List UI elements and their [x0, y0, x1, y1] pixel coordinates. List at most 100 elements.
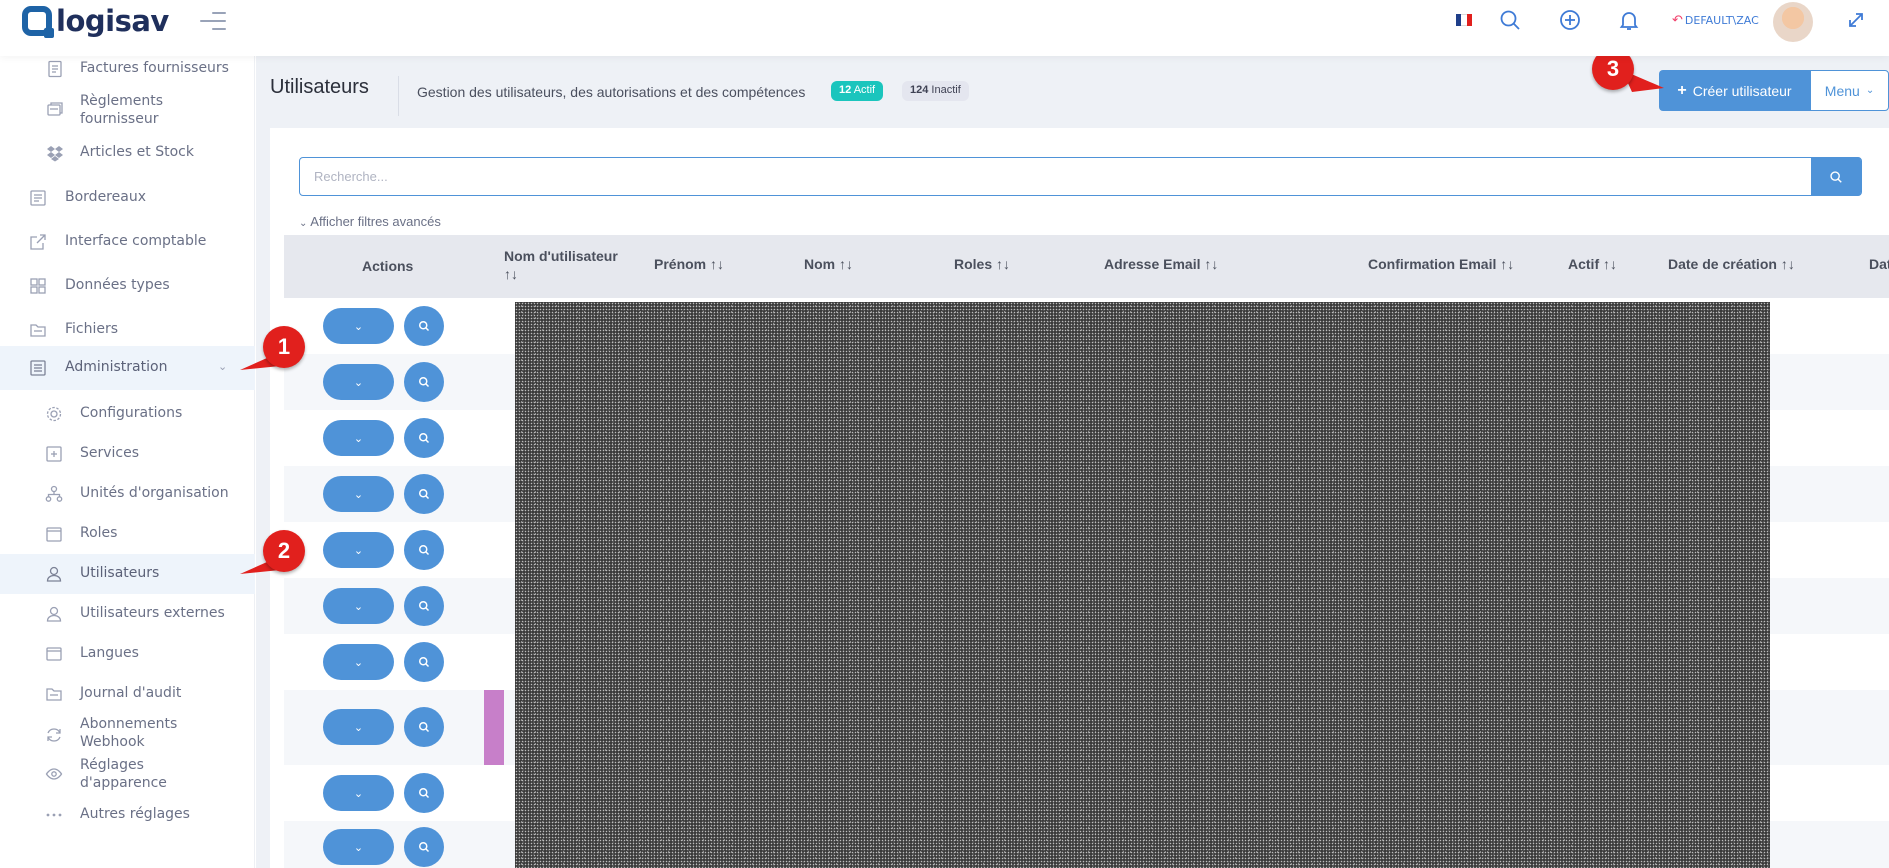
sidebar-item-utilisateurs[interactable]: Utilisateurs	[0, 554, 255, 594]
column-header-date-truncated: Dat	[1869, 256, 1889, 272]
row-view-button[interactable]	[404, 707, 444, 747]
search-icon	[419, 377, 430, 388]
sort-icon: ↑↓	[1500, 256, 1515, 272]
org-units-icon	[45, 485, 63, 503]
sidebar-item-articles-stock[interactable]: Articles et Stock	[0, 140, 255, 166]
search-icon[interactable]	[1498, 8, 1522, 32]
row-actions-dropdown-button[interactable]: ⌄	[323, 308, 394, 344]
row-actions-dropdown-button[interactable]: ⌄	[323, 709, 394, 745]
sidebar-item-label: Autres réglages	[80, 806, 190, 822]
row-view-button[interactable]	[404, 586, 444, 626]
chevron-down-icon: ⌄	[353, 319, 364, 333]
sidebar-item-reglages-apparence[interactable]: Réglages d'apparence	[0, 754, 255, 794]
row-view-button[interactable]	[404, 418, 444, 458]
hamburger-menu-icon[interactable]	[200, 12, 226, 32]
column-header-actions: Actions	[362, 258, 414, 274]
sidebar-item-unites-organisation[interactable]: Unités d'organisation	[0, 474, 255, 514]
sidebar-item-abonnements-webhook[interactable]: Abonnements Webhook	[0, 713, 255, 753]
sidebar-item-configurations[interactable]: Configurations	[0, 394, 255, 434]
search-icon	[419, 321, 430, 332]
search-icon	[1830, 170, 1842, 183]
chevron-down-icon: ⌄	[353, 786, 364, 800]
row-view-button[interactable]	[404, 642, 444, 682]
row-actions-dropdown-button[interactable]: ⌄	[323, 644, 394, 680]
advanced-filters-toggle[interactable]: ⌄ Afficher filtres avancés	[299, 214, 441, 229]
sidebar-item-services[interactable]: Services	[0, 434, 255, 474]
roles-icon	[45, 525, 63, 543]
sidebar-item-interface-comptable[interactable]: Interface comptable	[0, 222, 255, 262]
plus-icon: +	[1677, 81, 1687, 99]
eye-icon	[45, 765, 63, 783]
french-flag-icon[interactable]	[1456, 14, 1472, 26]
column-header-created-date[interactable]: Date de création ↑↓	[1668, 255, 1795, 273]
expand-icon[interactable]	[1846, 10, 1866, 30]
row-actions-dropdown-button[interactable]: ⌄	[323, 532, 394, 568]
gear-icon	[45, 405, 63, 423]
sidebar-item-administration[interactable]: Administration ⌄	[0, 346, 255, 390]
column-header-username[interactable]: Nom d'utilisateur ↑↓	[504, 247, 624, 283]
row-view-button[interactable]	[404, 827, 444, 867]
sidebar-item-utilisateurs-externes[interactable]: Utilisateurs externes	[0, 594, 255, 634]
row-view-button[interactable]	[404, 474, 444, 514]
column-header-email-confirmation[interactable]: Confirmation Email ↑↓	[1368, 255, 1514, 273]
sidebar-item-label: Utilisateurs externes	[80, 605, 225, 621]
sidebar-item-autres-reglages[interactable]: Autres réglages	[0, 798, 255, 832]
sidebar-item-label: Règlements fournisseur	[80, 93, 164, 127]
redacted-data-area	[515, 302, 1770, 868]
sort-icon: ↑↓	[996, 256, 1011, 272]
grid-icon	[29, 277, 47, 295]
sidebar-item-label: Utilisateurs	[80, 565, 160, 581]
sidebar-item-bordereaux[interactable]: Bordereaux	[0, 178, 255, 218]
row-view-button[interactable]	[404, 362, 444, 402]
row-actions-dropdown-button[interactable]: ⌄	[323, 829, 394, 865]
logo[interactable]: logisav	[22, 4, 169, 38]
search-input[interactable]	[314, 158, 1764, 195]
row-actions-dropdown-button[interactable]: ⌄	[323, 775, 394, 811]
dots-icon	[45, 806, 63, 824]
row-highlight-bar	[484, 690, 504, 765]
row-actions-dropdown-button[interactable]: ⌄	[323, 588, 394, 624]
sidebar-item-donnees-types[interactable]: Données types	[0, 266, 255, 306]
column-header-email[interactable]: Adresse Email ↑↓	[1104, 255, 1218, 273]
column-header-roles[interactable]: Roles ↑↓	[954, 255, 1010, 273]
bell-icon[interactable]	[1617, 8, 1641, 32]
sidebar-item-journal-audit[interactable]: Journal d'audit	[0, 674, 255, 714]
create-user-button[interactable]: + Créer utilisateur	[1659, 70, 1810, 111]
sidebar-item-fichiers[interactable]: Fichiers	[0, 310, 255, 350]
menu-dropdown-button[interactable]: Menu ⌄	[1810, 70, 1889, 111]
row-actions-dropdown-button[interactable]: ⌄	[323, 476, 394, 512]
user-icon	[45, 565, 63, 583]
sidebar-item-reglements-fournisseur[interactable]: Règlements fournisseur	[0, 90, 255, 130]
sidebar-item-label: Administration	[65, 359, 168, 375]
row-actions-dropdown-button[interactable]: ⌄	[323, 420, 394, 456]
column-header-active[interactable]: Actif ↑↓	[1568, 255, 1617, 273]
sidebar: Factures fournisseurs Règlements fournis…	[0, 56, 255, 868]
chevron-down-icon: ⌄	[218, 360, 228, 373]
sidebar-item-label: Réglages d'apparence	[80, 757, 167, 791]
sidebar-item-factures-fournisseurs[interactable]: Factures fournisseurs	[0, 56, 255, 82]
logo-text: logisav	[56, 4, 169, 38]
row-view-button[interactable]	[404, 773, 444, 813]
header-divider	[398, 76, 399, 116]
search-submit-button[interactable]	[1811, 157, 1861, 196]
sidebar-item-langues[interactable]: Langues	[0, 634, 255, 674]
chevron-down-icon: ⌄	[353, 431, 364, 445]
user-tag[interactable]: ↶ DEFAULT\ZAC	[1672, 13, 1759, 28]
sidebar-item-label: Fichiers	[65, 321, 119, 337]
chevron-down-icon: ⌄	[299, 218, 308, 229]
row-view-button[interactable]	[404, 306, 444, 346]
sort-icon: ↑↓	[710, 256, 725, 272]
payments-icon	[46, 100, 64, 118]
admin-icon	[29, 359, 47, 377]
row-actions-dropdown-button[interactable]: ⌄	[323, 364, 394, 400]
add-circle-icon[interactable]	[1558, 8, 1582, 32]
search-icon	[419, 788, 430, 799]
column-header-firstname[interactable]: Prénom ↑↓	[654, 255, 724, 273]
sidebar-item-roles[interactable]: Roles	[0, 514, 255, 554]
avatar[interactable]	[1773, 2, 1813, 42]
sort-icon: ↑↓	[839, 256, 854, 272]
column-header-lastname[interactable]: Nom ↑↓	[804, 255, 853, 273]
row-view-button[interactable]	[404, 530, 444, 570]
search-icon	[419, 489, 430, 500]
chevron-down-icon: ⌄	[353, 487, 364, 501]
